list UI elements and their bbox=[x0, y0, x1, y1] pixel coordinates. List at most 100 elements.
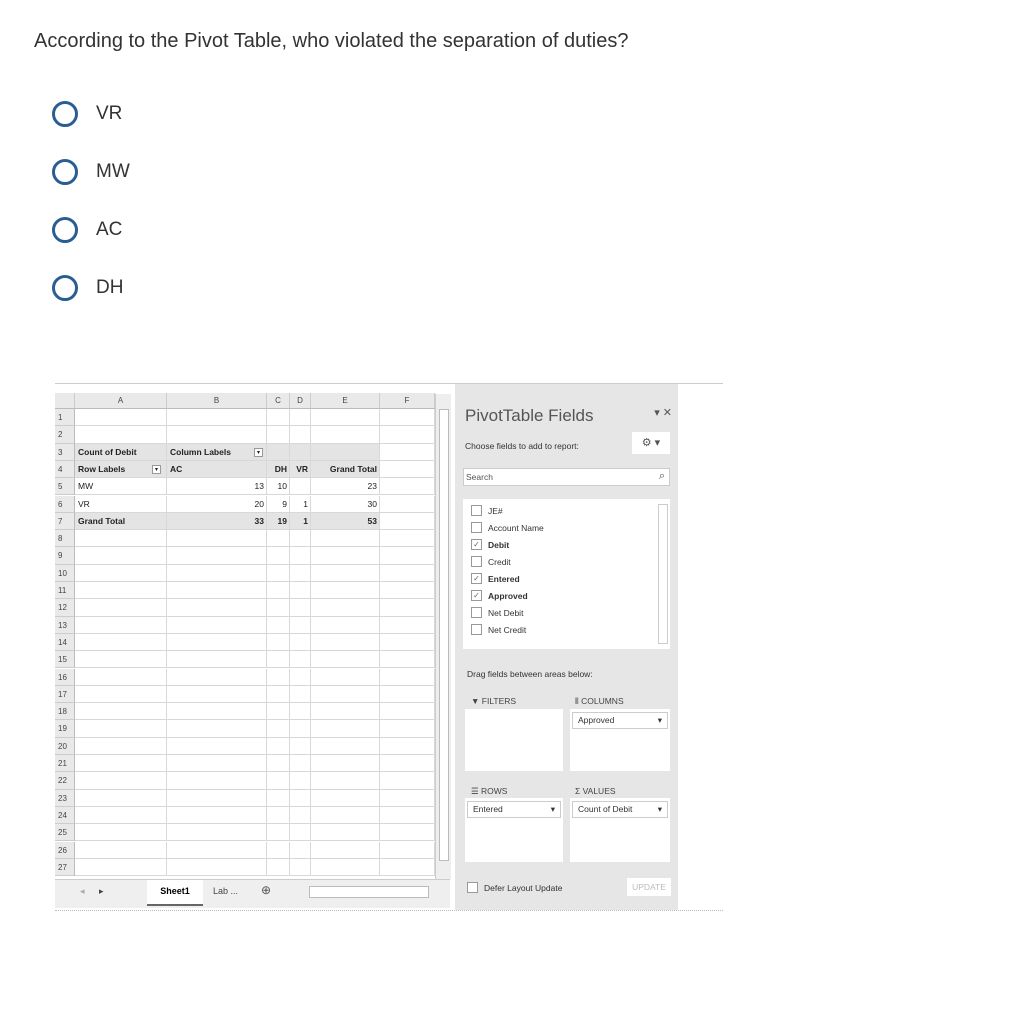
row-header[interactable]: 11 bbox=[55, 582, 75, 600]
cell[interactable] bbox=[311, 633, 380, 652]
cell[interactable] bbox=[75, 582, 167, 600]
cell[interactable] bbox=[167, 599, 267, 617]
cell[interactable] bbox=[75, 668, 167, 686]
cell[interactable] bbox=[311, 443, 380, 461]
settings-gear-icon[interactable]: ⚙ ▾ bbox=[632, 432, 670, 454]
checkbox[interactable]: ✓ bbox=[471, 539, 482, 550]
row-header[interactable]: 6 bbox=[55, 495, 75, 513]
checkbox[interactable] bbox=[471, 624, 482, 635]
columns-approved-dropdown[interactable]: Approved ▾ bbox=[572, 712, 668, 729]
cell[interactable] bbox=[75, 841, 167, 859]
next-sheet-icon[interactable]: ▸ bbox=[99, 886, 104, 897]
field-account-name[interactable]: Account Name bbox=[471, 522, 544, 533]
cell[interactable] bbox=[167, 633, 267, 652]
cell[interactable] bbox=[290, 806, 311, 825]
cell[interactable] bbox=[290, 824, 311, 842]
tab-lab[interactable]: Lab ... bbox=[213, 886, 238, 896]
add-sheet-icon[interactable]: ⊕ bbox=[261, 883, 271, 897]
column-header[interactable]: A bbox=[75, 393, 167, 409]
cell[interactable] bbox=[167, 755, 267, 773]
cell[interactable] bbox=[167, 685, 267, 704]
cell[interactable] bbox=[380, 530, 435, 548]
cell[interactable] bbox=[267, 755, 290, 773]
checkbox[interactable] bbox=[471, 556, 482, 567]
field-entered[interactable]: ✓ Entered bbox=[471, 573, 520, 584]
cell[interactable] bbox=[380, 703, 435, 721]
cell[interactable] bbox=[167, 409, 267, 427]
row-header[interactable]: 22 bbox=[55, 772, 75, 790]
cell[interactable] bbox=[167, 530, 267, 548]
cell[interactable] bbox=[267, 564, 290, 582]
cell[interactable] bbox=[75, 651, 167, 669]
cell[interactable] bbox=[290, 755, 311, 773]
cell[interactable] bbox=[75, 547, 167, 565]
cell[interactable] bbox=[311, 789, 380, 807]
cell[interactable] bbox=[380, 582, 435, 600]
cell[interactable] bbox=[267, 685, 290, 704]
row-header[interactable]: 19 bbox=[55, 720, 75, 738]
cell[interactable] bbox=[75, 685, 167, 704]
cell[interactable] bbox=[290, 409, 311, 427]
field-credit[interactable]: Credit bbox=[471, 556, 511, 567]
cell[interactable] bbox=[75, 633, 167, 652]
row-header[interactable]: 13 bbox=[55, 616, 75, 634]
row-header[interactable]: 10 bbox=[55, 564, 75, 582]
cell[interactable] bbox=[380, 460, 435, 479]
cell[interactable] bbox=[311, 426, 380, 444]
checkbox[interactable] bbox=[471, 522, 482, 533]
cell[interactable] bbox=[267, 426, 290, 444]
filter-dropdown-icon[interactable]: ▾ bbox=[152, 464, 161, 474]
cell[interactable] bbox=[290, 789, 311, 807]
vertical-scrollbar[interactable] bbox=[435, 394, 451, 879]
checkbox[interactable]: ✓ bbox=[471, 590, 482, 601]
cell[interactable] bbox=[380, 755, 435, 773]
cell[interactable] bbox=[167, 772, 267, 790]
cell[interactable] bbox=[290, 426, 311, 444]
cell[interactable] bbox=[290, 703, 311, 721]
cell[interactable] bbox=[75, 530, 167, 548]
field-list-scrollbar[interactable] bbox=[658, 504, 668, 644]
cell[interactable] bbox=[167, 824, 267, 842]
prev-sheet-icon[interactable]: ◂ bbox=[80, 886, 85, 897]
row-header[interactable]: 1 bbox=[55, 409, 75, 427]
row-header[interactable]: 17 bbox=[55, 685, 75, 704]
cell[interactable] bbox=[267, 530, 290, 548]
row-header[interactable]: 14 bbox=[55, 633, 75, 652]
cell[interactable] bbox=[167, 564, 267, 582]
cell[interactable] bbox=[167, 858, 267, 877]
cell[interactable] bbox=[380, 685, 435, 704]
row-header[interactable]: 21 bbox=[55, 755, 75, 773]
cell[interactable] bbox=[167, 616, 267, 634]
row-header[interactable]: 26 bbox=[55, 841, 75, 859]
row-header[interactable]: 4 bbox=[55, 460, 75, 479]
radio-button[interactable] bbox=[52, 217, 78, 243]
cell[interactable] bbox=[311, 564, 380, 582]
column-header[interactable]: B bbox=[167, 393, 267, 409]
cell[interactable] bbox=[290, 772, 311, 790]
radio-button[interactable] bbox=[52, 159, 78, 185]
row-header[interactable]: 25 bbox=[55, 824, 75, 842]
row-header[interactable]: 23 bbox=[55, 789, 75, 807]
cell[interactable] bbox=[290, 443, 311, 461]
cell[interactable] bbox=[267, 616, 290, 634]
cell[interactable] bbox=[267, 409, 290, 427]
cell[interactable] bbox=[290, 651, 311, 669]
row-header[interactable]: 12 bbox=[55, 599, 75, 617]
row-header[interactable]: 8 bbox=[55, 530, 75, 548]
row-header[interactable]: 24 bbox=[55, 806, 75, 825]
cell[interactable] bbox=[290, 530, 311, 548]
values-count-dropdown[interactable]: Count of Debit ▾ bbox=[572, 801, 668, 818]
cell[interactable] bbox=[75, 789, 167, 807]
cell[interactable] bbox=[75, 720, 167, 738]
option-ac[interactable]: AC bbox=[52, 217, 122, 243]
checkbox[interactable]: ✓ bbox=[471, 573, 482, 584]
row-header[interactable]: 27 bbox=[55, 858, 75, 877]
row-header[interactable]: 15 bbox=[55, 651, 75, 669]
cell[interactable] bbox=[267, 582, 290, 600]
option-mw[interactable]: MW bbox=[52, 159, 130, 185]
field-net-credit[interactable]: Net Credit bbox=[471, 624, 526, 635]
cell[interactable] bbox=[290, 616, 311, 634]
cell[interactable] bbox=[380, 495, 435, 513]
cell[interactable] bbox=[167, 547, 267, 565]
cell[interactable] bbox=[311, 703, 380, 721]
